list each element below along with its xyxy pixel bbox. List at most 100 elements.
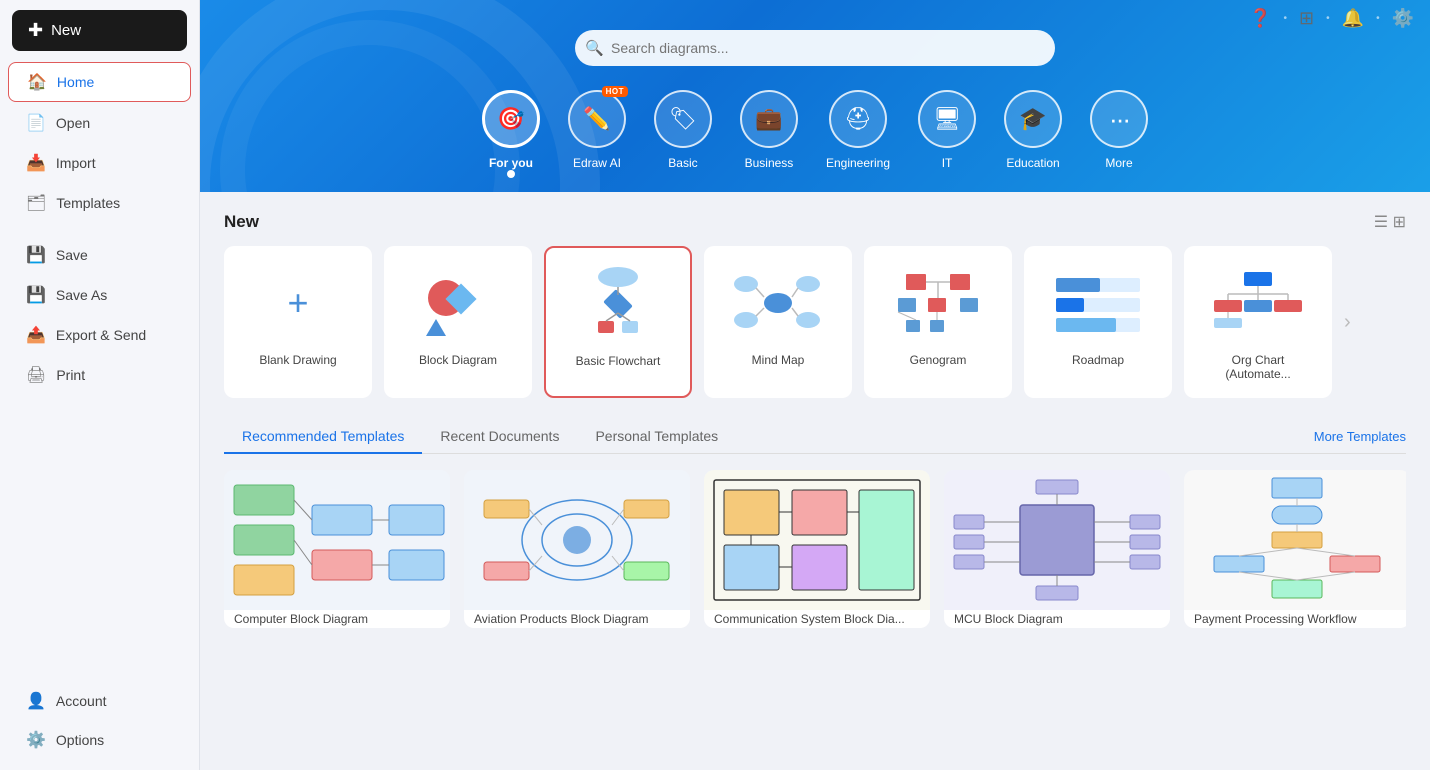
dot-sep-2: •	[1326, 13, 1330, 24]
sidebar-label-print: Print	[56, 367, 85, 383]
block-thumb	[408, 263, 508, 343]
category-circle-business: 💼	[740, 90, 798, 148]
category-education[interactable]: 🎓 Education	[1004, 90, 1062, 192]
template-tabs: Recommended Templates Recent Documents P…	[224, 420, 1406, 454]
sidebar-item-save-as[interactable]: 💾 Save As	[8, 276, 191, 314]
template-card-communication[interactable]: Communication System Block Dia...	[704, 470, 930, 628]
sidebar-label-templates: Templates	[56, 195, 120, 211]
category-foryou[interactable]: 🎯 For you	[482, 90, 540, 192]
category-label-foryou: For you	[489, 156, 533, 170]
category-label-engineering: Engineering	[826, 156, 890, 170]
new-label: New	[51, 22, 81, 39]
category-circle-foryou: 🎯	[482, 90, 540, 148]
orgchart-thumb	[1208, 263, 1308, 343]
category-circle-edrawai: ✏️ HOT	[568, 90, 626, 148]
diagram-card-blank[interactable]: + Blank Drawing	[224, 246, 372, 398]
category-circle-engineering: ⛑	[829, 90, 887, 148]
diagrams-next-icon[interactable]: ›	[1344, 311, 1351, 334]
diagram-card-block[interactable]: Block Diagram	[384, 246, 532, 398]
roadmap-thumb	[1048, 263, 1148, 343]
templates-icon: 🗂	[26, 193, 46, 213]
sidebar-label-home: Home	[57, 74, 94, 90]
category-business[interactable]: 💼 Business	[740, 90, 798, 192]
settings-icon[interactable]: ⚙️	[1392, 8, 1414, 29]
category-label-edrawai: Edraw AI	[573, 156, 621, 170]
template-thumb-3	[704, 470, 930, 610]
category-it[interactable]: 🖥 IT	[918, 90, 976, 192]
category-label-education: Education	[1006, 156, 1059, 170]
category-circle-education: 🎓	[1004, 90, 1062, 148]
help-icon[interactable]: ❓	[1249, 8, 1271, 29]
sidebar-label-open: Open	[56, 115, 90, 131]
flowchart-label: Basic Flowchart	[576, 354, 661, 368]
category-list: 🎯 For you ✏️ HOT Edraw AI 🏷 Basic 💼 Busi…	[240, 90, 1390, 192]
category-edrawai[interactable]: ✏️ HOT Edraw AI	[568, 90, 626, 192]
account-icon: 👤	[26, 691, 46, 711]
template-card-computer-block[interactable]: Computer Block Diagram	[224, 470, 450, 628]
content-area: New ☰ ⊞ + Blank Drawing	[200, 192, 1430, 648]
diagram-card-orgchart[interactable]: Org Chart (Automate...	[1184, 246, 1332, 398]
sidebar-item-open[interactable]: 📄 Open	[8, 104, 191, 142]
sidebar-item-export[interactable]: 📤 Export & Send	[8, 316, 191, 354]
category-more[interactable]: ··· More	[1090, 90, 1148, 192]
community-icon[interactable]: ⊞	[1299, 8, 1314, 29]
template-card-mcu[interactable]: MCU Block Diagram	[944, 470, 1170, 628]
search-icon: 🔍	[585, 39, 604, 57]
export-icon: 📤	[26, 325, 46, 345]
diagram-card-genogram[interactable]: Genogram	[864, 246, 1012, 398]
roadmap-label: Roadmap	[1072, 353, 1124, 367]
sidebar-item-import[interactable]: 📥 Import	[8, 144, 191, 182]
category-engineering[interactable]: ⛑ Engineering	[826, 90, 890, 192]
sidebar-label-save-as: Save As	[56, 287, 107, 303]
template-thumb-1	[224, 470, 450, 610]
template-thumb-2	[464, 470, 690, 610]
sidebar-item-account[interactable]: 👤 Account	[8, 682, 191, 720]
sidebar-item-save[interactable]: 💾 Save	[8, 236, 191, 274]
template-thumb-5	[1184, 470, 1406, 610]
diagram-card-roadmap[interactable]: Roadmap	[1024, 246, 1172, 398]
tab-recommended[interactable]: Recommended Templates	[224, 420, 422, 454]
new-button[interactable]: ✚ New	[12, 10, 187, 51]
category-label-business: Business	[745, 156, 794, 170]
sidebar-label-export: Export & Send	[56, 327, 146, 343]
sidebar-item-home[interactable]: 🏠 Home	[8, 62, 191, 102]
mindmap-thumb	[728, 263, 828, 343]
main-content: ❓ • ⊞ • 🔔 • ⚙️ 🔍 🎯 For you ✏️ HOT Edraw …	[200, 0, 1430, 770]
sidebar-item-options[interactable]: ⚙️ Options	[8, 721, 191, 759]
category-label-more: More	[1105, 156, 1132, 170]
more-templates-link[interactable]: More Templates	[1314, 429, 1406, 444]
category-label-basic: Basic	[668, 156, 697, 170]
mindmap-label: Mind Map	[752, 353, 805, 367]
new-section-title: New	[224, 212, 259, 232]
category-basic[interactable]: 🏷 Basic	[654, 90, 712, 192]
new-diagrams-list: + Blank Drawing Block Diagram	[224, 246, 1406, 398]
category-circle-it: 🖥	[918, 90, 976, 148]
save-icon: 💾	[26, 245, 46, 265]
sidebar-label-save: Save	[56, 247, 88, 263]
new-section-action[interactable]: ☰ ⊞	[1374, 212, 1406, 232]
tab-personal[interactable]: Personal Templates	[577, 420, 736, 454]
notification-icon[interactable]: 🔔	[1342, 8, 1364, 29]
options-icon: ⚙️	[26, 730, 46, 750]
sidebar-label-import: Import	[56, 155, 96, 171]
genogram-label: Genogram	[910, 353, 967, 367]
save-as-icon: 💾	[26, 285, 46, 305]
open-icon: 📄	[26, 113, 46, 133]
diagram-card-mindmap[interactable]: Mind Map	[704, 246, 852, 398]
topbar: ❓ • ⊞ • 🔔 • ⚙️	[200, 0, 1430, 37]
template-cards-list: Computer Block Diagram	[224, 470, 1406, 628]
tab-recent[interactable]: Recent Documents	[422, 420, 577, 454]
blank-thumb: +	[248, 263, 348, 343]
plus-icon: ✚	[28, 20, 43, 41]
template-card-payment[interactable]: Payment Processing Workflow	[1184, 470, 1406, 628]
genogram-thumb	[888, 263, 988, 343]
sidebar-item-print[interactable]: 🖨 Print	[8, 356, 191, 394]
block-label: Block Diagram	[419, 353, 497, 367]
template-thumb-4	[944, 470, 1170, 610]
template-card-aviation[interactable]: Aviation Products Block Diagram	[464, 470, 690, 628]
sidebar-item-templates[interactable]: 🗂 Templates	[8, 184, 191, 222]
sidebar: ✚ New 🏠 Home 📄 Open 📥 Import 🗂 Templates…	[0, 0, 200, 770]
blank-label: Blank Drawing	[259, 353, 336, 367]
diagram-card-flowchart[interactable]: Basic Flowchart	[544, 246, 692, 398]
orgchart-label: Org Chart (Automate...	[1201, 353, 1315, 381]
